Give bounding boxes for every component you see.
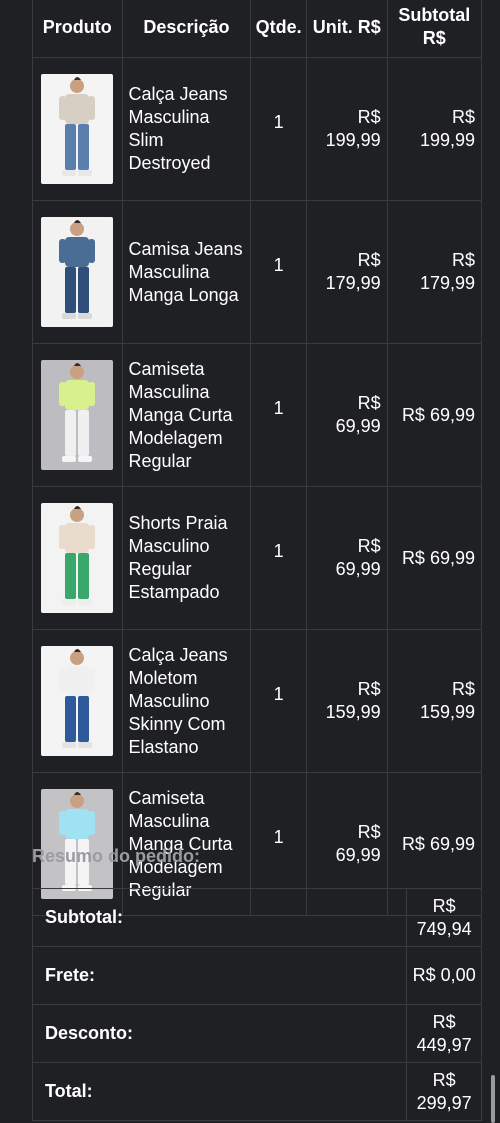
table-row: Shorts Praia Masculino Regular Estampado… [32, 486, 483, 630]
summary-label: Desconto: [31, 1004, 408, 1063]
summary-label: Total: [31, 1062, 408, 1121]
product-image[interactable] [41, 503, 114, 613]
product-image[interactable] [41, 360, 114, 470]
product-quantity: 1 [250, 486, 307, 630]
product-description[interactable]: Calça Jeans Masculina Slim Destroyed [121, 57, 252, 201]
product-image-cell [32, 343, 123, 487]
table-row: Camisa Jeans Masculina Manga Longa 1 R$ 17… [32, 200, 483, 344]
product-unit-price: R$ 179,99 [305, 200, 388, 344]
summary-row: Subtotal: R$ 749,94 [31, 888, 482, 947]
product-unit-price: R$ 159,99 [305, 629, 388, 773]
summary-label: Subtotal: [31, 888, 408, 947]
table-row: Camiseta Masculina Manga Curta Modelagem… [32, 343, 483, 487]
product-image-cell [32, 200, 123, 344]
summary-value: R$ 299,97 [406, 1062, 482, 1121]
header-description: Descrição [121, 0, 252, 58]
product-image-cell [32, 486, 123, 630]
order-summary-table: Subtotal: R$ 749,94 Frete: R$ 0,00 Desconto:… [31, 888, 482, 1121]
summary-row: Total: R$ 299,97 [31, 1062, 482, 1121]
product-description[interactable]: Camisa Jeans Masculina Manga Longa [121, 200, 252, 344]
header-product: Produto [32, 0, 123, 58]
product-description[interactable]: Calça Jeans Moletom Masculino Skinny Com… [121, 629, 252, 773]
product-quantity: 1 [250, 343, 307, 487]
product-subtotal: R$ 69,99 [386, 486, 483, 630]
product-unit-price: R$ 69,99 [305, 343, 388, 487]
product-image[interactable] [41, 646, 114, 756]
header-unit-price: Unit. R$ [305, 0, 388, 58]
table-row: Calça Jeans Masculina Slim Destroyed 1 R$ … [32, 57, 483, 201]
header-quantity: Qtde. [250, 0, 307, 58]
product-description[interactable]: Shorts Praia Masculino Regular Estampado [121, 486, 252, 630]
product-quantity: 1 [250, 57, 307, 201]
product-image[interactable] [41, 217, 114, 327]
product-image-cell [32, 629, 123, 773]
summary-row: Frete: R$ 0,00 [31, 946, 482, 1005]
summary-value: R$ 749,94 [406, 888, 482, 947]
product-subtotal: R$ 179,99 [386, 200, 483, 344]
summary-value: R$ 449,97 [406, 1004, 482, 1063]
summary-value: R$ 0,00 [406, 946, 482, 1005]
summary-label: Frete: [31, 946, 408, 1005]
product-image[interactable] [41, 789, 114, 899]
product-unit-price: R$ 69,99 [305, 486, 388, 630]
summary-title: Resumo do pedido: [32, 846, 200, 866]
product-quantity: 1 [250, 629, 307, 773]
header-subtotal: Subtotal R$ [386, 0, 483, 58]
product-image[interactable] [41, 74, 114, 184]
product-unit-price: R$ 199,99 [305, 57, 388, 201]
table-header-row: Produto Descrição Qtde. Unit. R$ Subtota… [32, 0, 483, 58]
product-subtotal: R$ 199,99 [386, 57, 483, 201]
order-items-table: Produto Descrição Qtde. Unit. R$ Subtota… [32, 0, 483, 916]
product-subtotal: R$ 69,99 [386, 343, 483, 487]
scrollbar-thumb[interactable] [491, 1075, 495, 1123]
product-description[interactable]: Camiseta Masculina Manga Curta Modelagem… [121, 343, 252, 487]
product-quantity: 1 [250, 200, 307, 344]
table-row: Calça Jeans Moletom Masculino Skinny Com… [32, 629, 483, 773]
product-subtotal: R$ 159,99 [386, 629, 483, 773]
summary-row: Desconto: R$ 449,97 [31, 1004, 482, 1063]
product-image-cell [32, 57, 123, 201]
